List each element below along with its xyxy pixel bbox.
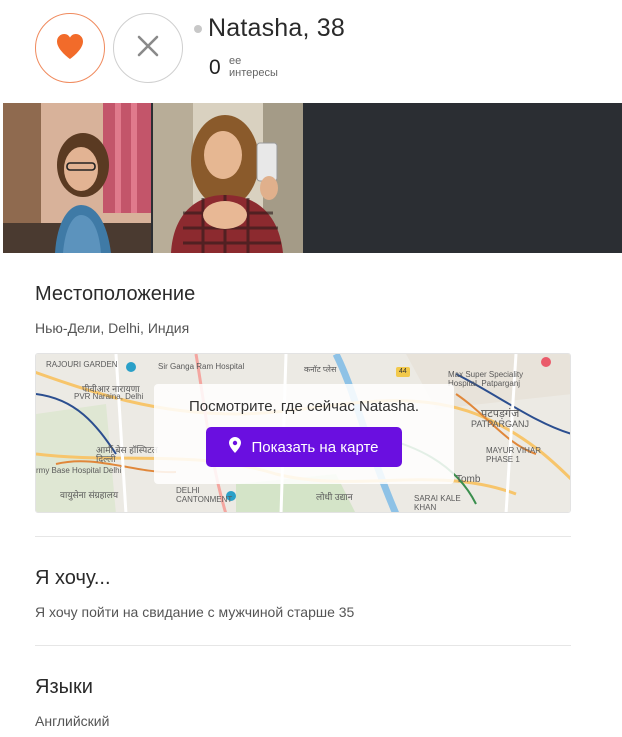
languages-title: Языки bbox=[35, 676, 93, 698]
section-divider bbox=[35, 536, 571, 537]
profile-header: Natasha, 38 0 ее интересы bbox=[0, 0, 622, 103]
wants-title: Я хочу... bbox=[35, 567, 111, 589]
online-status-dot bbox=[194, 25, 202, 33]
pass-button[interactable] bbox=[113, 13, 183, 83]
like-button[interactable] bbox=[35, 13, 105, 83]
photo-strip bbox=[3, 103, 622, 253]
map-prompt-text: Посмотрите, где сейчас Natasha. bbox=[188, 398, 420, 415]
location-map[interactable]: RAJOURI GARDEN पीवीआर नारायणा PVR Narain… bbox=[35, 353, 571, 513]
interests-count: 0 bbox=[209, 56, 221, 79]
location-pin-icon bbox=[229, 437, 242, 457]
show-on-map-label: Показать на карте bbox=[251, 438, 379, 456]
location-title: Местоположение bbox=[35, 283, 196, 305]
profile-name-age: Natasha, 38 bbox=[208, 14, 346, 42]
heart-icon bbox=[55, 32, 85, 65]
close-icon bbox=[136, 34, 160, 63]
languages-text: Английский bbox=[35, 713, 110, 729]
interests-label: ее интересы bbox=[229, 55, 278, 79]
profile-photo-1[interactable] bbox=[3, 103, 151, 253]
profile-photo-2[interactable] bbox=[153, 103, 303, 253]
show-on-map-button[interactable]: Показать на карте bbox=[206, 427, 402, 467]
wants-text: Я хочу пойти на свидание с мужчиной стар… bbox=[35, 604, 355, 620]
map-overlay-card: Посмотрите, где сейчас Natasha. Показать… bbox=[154, 384, 454, 484]
location-place: Нью-Дели, Delhi, Индия bbox=[35, 320, 190, 336]
section-divider bbox=[35, 645, 571, 646]
